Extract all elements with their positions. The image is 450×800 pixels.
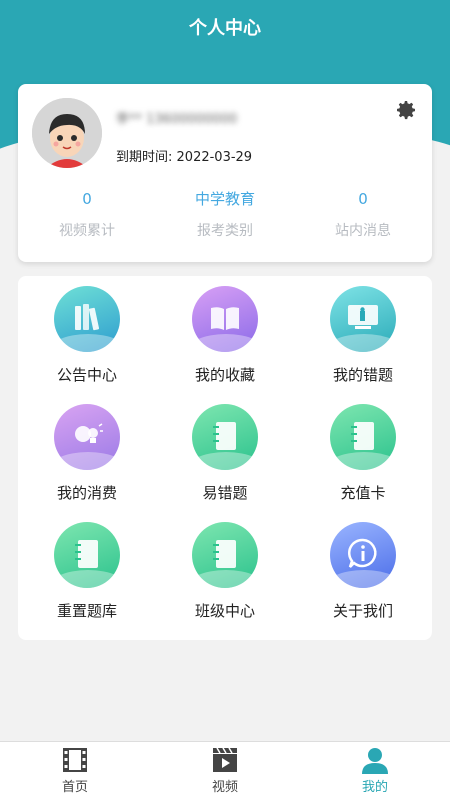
menu-error-prone[interactable]: 易错题 [156,404,294,522]
expire-label: 到期时间: [116,150,173,165]
notebook-icon [330,404,396,470]
info-icon [330,522,396,588]
clapperboard-icon [210,746,240,774]
menu-label: 充值卡 [340,484,386,502]
notebook-icon [192,404,258,470]
tab-label: 首页 [61,780,88,795]
stats-row: 0 视频累计 中学教育 报考类别 0 站内消息 [18,188,432,240]
menu-wrong-questions[interactable]: 我的错题 [294,286,432,404]
menu-recharge-card[interactable]: 充值卡 [294,404,432,522]
menu-favorites[interactable]: 我的收藏 [156,286,294,404]
menu-label: 我的收藏 [194,366,255,384]
gear-icon[interactable] [394,98,418,122]
books-icon [54,286,120,352]
menu-label: 易错题 [202,484,248,502]
menu-consumption[interactable]: 我的消费 [18,404,156,522]
user-name-masked: 李** 13600000000 [116,112,238,127]
menu-label: 我的消费 [56,484,117,502]
bottom-tab-bar: 首页 视频 我的 [0,741,450,800]
tab-label: 视频 [211,780,238,795]
menu-label: 班级中心 [194,602,255,620]
menu-label: 我的错题 [332,366,393,384]
bulb-icon [54,404,120,470]
blackboard-icon [330,286,396,352]
stat-label: 报考类别 [197,223,253,239]
stat-label: 站内消息 [335,223,391,239]
open-book-icon [192,286,258,352]
tab-video[interactable]: 视频 [150,742,300,800]
menu-announcements[interactable]: 公告中心 [18,286,156,404]
menu-grid: 公告中心 我的收藏 我的错题 我的消费 易错题 充值卡 重置题库 班级中心 关于… [18,276,432,640]
menu-label: 公告中心 [56,366,117,384]
tab-mine[interactable]: 我的 [300,742,450,800]
stat-messages[interactable]: 0 站内消息 [294,188,432,240]
tab-home[interactable]: 首页 [0,742,150,800]
stat-value: 中学教育 [194,190,255,208]
menu-about-us[interactable]: 关于我们 [294,522,432,640]
notebook-icon [54,522,120,588]
stat-value: 0 [82,190,92,208]
user-icon [360,746,390,774]
notebook-icon [192,522,258,588]
menu-grid-card: 公告中心 我的收藏 我的错题 我的消费 易错题 充值卡 重置题库 班级中心 关于… [18,276,432,640]
profile-card: 李** 13600000000 到期时间: 2022-03-29 0 视频累计 … [18,84,432,262]
menu-reset-bank[interactable]: 重置题库 [18,522,156,640]
tab-label: 我的 [361,780,388,795]
stat-value: 0 [358,190,368,208]
menu-label: 重置题库 [56,602,117,620]
stat-label: 视频累计 [59,223,115,239]
menu-class-center[interactable]: 班级中心 [156,522,294,640]
film-strip-icon [60,746,90,774]
stat-video-total[interactable]: 0 视频累计 [18,188,156,240]
avatar[interactable] [32,98,102,168]
menu-label: 关于我们 [332,602,393,620]
page-title: 个人中心 [189,18,261,39]
stat-exam-category[interactable]: 中学教育 报考类别 [156,188,294,240]
expire-date: 2022-03-29 [176,150,253,165]
expire-info: 到期时间: 2022-03-29 [116,146,252,165]
